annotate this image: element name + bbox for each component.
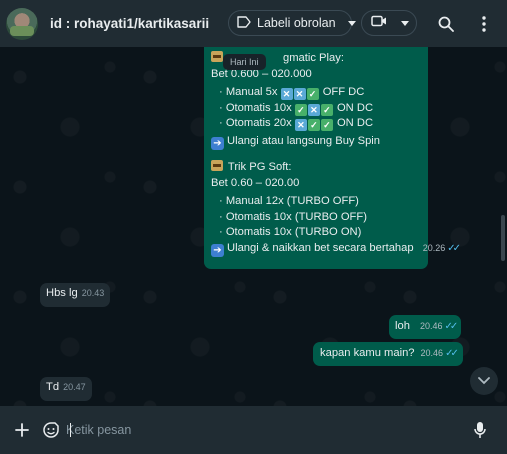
label-chat-button[interactable]: Labeli obrolan	[228, 10, 356, 36]
message-text: kapan kamu main?	[320, 347, 415, 359]
chat-header: id : rohayati1/kartikasarii Labeli obrol…	[0, 0, 507, 47]
avatar[interactable]	[6, 7, 38, 40]
message-line: · Otomatis 10x (TURBO OFF)	[219, 210, 367, 223]
cross-mark-icon: ✕	[280, 88, 293, 101]
label-chat-text: Labeli obrolan	[257, 16, 336, 30]
menu-icon[interactable]	[474, 14, 494, 34]
microphone-icon[interactable]	[469, 419, 491, 441]
scroll-down-button[interactable]	[470, 367, 498, 395]
scrollbar[interactable]	[501, 215, 505, 261]
message-line: · Otomatis 10x ✓ ✕ ✓ ON DC	[219, 101, 374, 116]
read-receipt-icon: ✓✓	[444, 321, 458, 332]
message-time: 20.26	[422, 242, 446, 253]
message-time: 20.43	[81, 288, 105, 298]
message-text: Hbs lg	[46, 287, 78, 299]
cross-mark-icon: ✕	[293, 88, 306, 101]
message-line: · Otomatis 10x (TURBO ON)	[219, 226, 362, 239]
read-receipt-icon: ✓✓	[447, 242, 461, 254]
message-line: Bet 0.60 – 020.00	[211, 176, 300, 189]
chat-title[interactable]: id : rohayati1/kartikasarii	[50, 16, 220, 31]
message-line: Trik PG Soft:	[211, 159, 420, 176]
message-line: ➔ Ulangi atau langsung Buy Spin	[211, 134, 420, 150]
read-receipt-icon: ✓✓	[445, 348, 459, 359]
message-bubble-outgoing[interactable]: kapan kamu main? 20.46 ✓✓	[313, 342, 463, 366]
message-bubble-outgoing[interactable]: gmatic Play: Bet 0.600 – 020.000 · Manua…	[204, 47, 461, 269]
check-mark-icon: ✓	[307, 119, 320, 132]
cross-mark-icon: ✕	[294, 119, 307, 132]
message-time: 20.47	[63, 382, 86, 392]
check-mark-icon: ✓	[294, 103, 307, 116]
video-icon	[371, 14, 387, 32]
arrow-right-icon: ➔	[211, 136, 224, 150]
message-time: 20.46	[420, 348, 444, 358]
message-bubble-incoming[interactable]: Td 20.47	[40, 377, 92, 401]
message-text: loh	[395, 320, 410, 332]
message-line: · Manual 12x (TURBO OFF)	[219, 195, 359, 208]
composer-bar	[0, 406, 507, 454]
check-mark-icon: ✓	[306, 88, 319, 101]
chevron-down-icon	[478, 372, 490, 390]
message-input[interactable]	[66, 418, 458, 442]
plus-icon[interactable]	[11, 419, 33, 441]
arrow-right-icon: ➔	[211, 243, 224, 257]
label-icon	[237, 15, 251, 31]
search-icon[interactable]	[436, 14, 456, 34]
slot-machine-icon	[211, 159, 223, 171]
message-bubble-incoming[interactable]: Hbs lg 20.43	[40, 283, 111, 307]
cross-mark-icon: ✕	[307, 103, 320, 116]
check-mark-icon: ✓	[320, 119, 333, 132]
message-line: · Manual 5x ✕ ✕ ✓ OFF DC	[219, 86, 365, 101]
sticker-icon[interactable]	[40, 419, 62, 441]
message-line: · Otomatis 20x ✕ ✓ ✓ ON DC	[219, 117, 374, 132]
check-mark-icon: ✓	[320, 103, 333, 116]
message-bubble-outgoing[interactable]: loh 20.46 ✓✓	[389, 315, 462, 339]
chat-area[interactable]: gmatic Play: Bet 0.600 – 020.000 · Manua…	[0, 47, 507, 406]
text-caret	[70, 423, 71, 437]
date-chip: Hari Ini	[223, 54, 266, 70]
message-text: Td	[46, 381, 60, 393]
message-time: 20.46	[419, 321, 443, 331]
slot-machine-icon	[211, 51, 223, 62]
video-call-button[interactable]	[361, 10, 417, 36]
chevron-down-icon	[401, 14, 409, 32]
message-line: ➔ Ulangi & naikkan bet secara bertahap 20…	[211, 241, 461, 257]
chevron-down-icon	[347, 16, 356, 30]
